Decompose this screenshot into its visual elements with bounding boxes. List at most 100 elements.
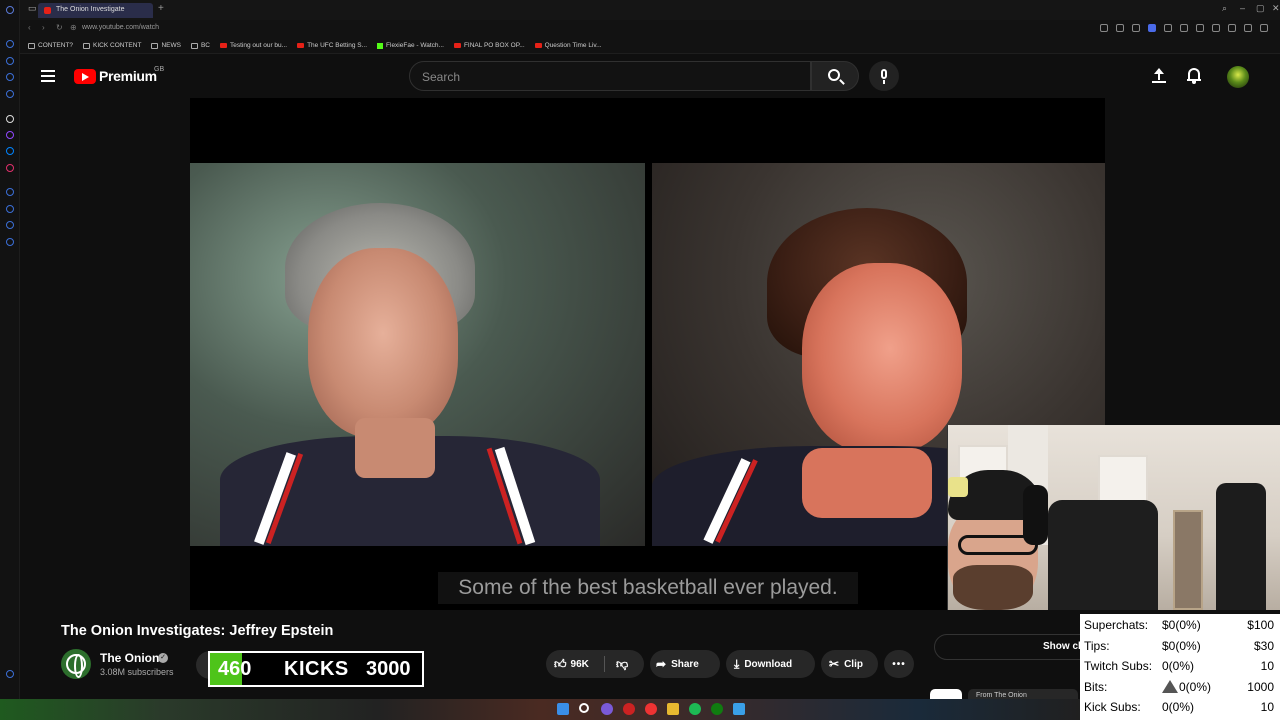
back-button[interactable]: ‹ [28, 23, 31, 32]
search-tabs-icon[interactable]: ⌕ [1222, 3, 1227, 14]
upload-icon[interactable] [1151, 68, 1167, 84]
sidebar-twitch-icon[interactable] [6, 131, 14, 139]
sidebar-bag-icon[interactable] [6, 57, 14, 65]
search-button[interactable] [811, 61, 859, 91]
kick-icon [377, 42, 384, 49]
chip-all[interactable] [930, 689, 962, 699]
show-chat-button[interactable]: Show chat [934, 634, 1094, 660]
vpn-shield-icon[interactable] [1148, 24, 1156, 32]
account-avatar[interactable] [1227, 66, 1249, 88]
bookmark-item[interactable]: FlexieFae - Watch... [377, 42, 444, 49]
bookmark-item[interactable]: KICK CONTENT [83, 42, 141, 49]
scissors-icon: ✂ [829, 657, 840, 671]
taskbar-opera-icon[interactable] [623, 703, 635, 715]
bookmark-item[interactable]: Testing out our bu... [219, 42, 288, 49]
sidebar-instagram-icon[interactable] [6, 164, 14, 172]
download-icon[interactable] [1228, 24, 1236, 32]
goal-label: Bits: [1084, 679, 1108, 694]
goal-row: Superchats: $0(0%) $100 [1084, 618, 1276, 636]
opera-logo-icon[interactable] [6, 6, 14, 14]
channel-avatar[interactable] [61, 649, 91, 679]
reload-button[interactable]: ↻ [56, 23, 63, 32]
sidebar-music-icon[interactable] [6, 90, 14, 98]
address-input[interactable]: www.youtube.com/watch [82, 24, 159, 31]
menu-icon[interactable] [1260, 24, 1268, 32]
thumbs-down-icon[interactable]: 👎︎ [616, 657, 628, 672]
taskbar-app-icon[interactable] [601, 703, 613, 715]
sidebar-history-icon[interactable] [6, 188, 14, 196]
sidebar-clock-icon[interactable] [6, 205, 14, 213]
goal-progress: 0(0%) [1162, 700, 1194, 714]
bookmarks-bar: CONTENT? KICK CONTENT NEWS BC Testing out ou… [20, 38, 1280, 54]
notifications-bell-icon[interactable] [1187, 68, 1201, 84]
goal-progress: 0(0%) [1162, 659, 1194, 673]
goal-label: Tips: [1084, 638, 1110, 653]
bookmark-item[interactable]: The UFC Betting S... [297, 42, 367, 49]
hanging-coat [1216, 483, 1266, 610]
screenshot-icon[interactable] [1132, 24, 1140, 32]
thumbs-up-icon[interactable]: 👍︎ [554, 657, 567, 672]
forward-button[interactable]: › [42, 23, 45, 32]
bookmark-item[interactable]: Question Time Liv... [534, 42, 602, 49]
tab-strip: ▭ The Onion Investigate + ⌕ – ▢ ✕ [20, 0, 1280, 20]
like-count[interactable]: 96K [571, 659, 589, 670]
profile-icon[interactable] [1244, 24, 1252, 32]
video-frame-left-portrait [190, 163, 645, 546]
menu-hamburger-icon[interactable] [41, 70, 55, 82]
bookmark-item[interactable]: CONTENT? [28, 42, 73, 49]
share-label: Share [671, 658, 699, 670]
start-menu-icon[interactable] [557, 703, 569, 715]
speaker-icon[interactable] [1196, 24, 1204, 32]
share-arrow-icon: ➦ [656, 657, 667, 671]
more-actions-button[interactable]: ••• [884, 650, 914, 678]
channel-name[interactable]: The Onion [100, 651, 159, 665]
share-button[interactable]: ➦ Share [650, 650, 720, 678]
pin-icon[interactable] [1116, 24, 1124, 32]
tab-menu-icon[interactable]: ▭ [28, 3, 37, 14]
sidebar-ai-icon[interactable] [6, 115, 14, 123]
secure-lock-icon: ⊕ [70, 23, 77, 32]
bookmark-label: Testing out our bu... [229, 42, 288, 49]
taskbar-folder-icon[interactable] [667, 703, 679, 715]
bookmark-item[interactable]: FINAL PO BOX OP... [453, 42, 525, 49]
youtube-icon [219, 43, 227, 48]
zoom-icon[interactable] [1100, 24, 1108, 32]
goal-target: $100 [1247, 618, 1274, 632]
sidebar-home-icon[interactable] [6, 40, 14, 48]
voice-search-button[interactable] [869, 61, 899, 91]
folder-icon [190, 42, 198, 49]
gaming-chair [1048, 500, 1158, 610]
taskbar-xbox-icon[interactable] [711, 703, 723, 715]
play-icon[interactable] [1164, 24, 1172, 32]
bookmark-item[interactable]: BC [190, 42, 210, 49]
bookmark-label: FINAL PO BOX OP... [463, 42, 525, 49]
kicks-goal-bar: 460 KICKS 3000 [208, 651, 424, 687]
bookmark-item[interactable]: NEWS [151, 42, 181, 49]
streamer-headset [1023, 485, 1048, 545]
goal-target: 10 [1260, 659, 1274, 673]
extensions-icon[interactable] [1212, 24, 1220, 32]
clip-button[interactable]: ✂ Clip [821, 650, 878, 678]
close-window-button[interactable]: ✕ [1272, 3, 1280, 14]
sidebar-bookmark-icon[interactable] [6, 221, 14, 229]
sidebar-chat-icon[interactable] [6, 73, 14, 81]
heart-icon[interactable] [1180, 24, 1188, 32]
tab-active[interactable]: The Onion Investigate [38, 3, 153, 18]
minimize-button[interactable]: – [1240, 3, 1245, 13]
taskbar-search-icon[interactable] [579, 703, 589, 713]
taskbar-spotify-icon[interactable] [689, 703, 701, 715]
sidebar-settings-icon[interactable] [6, 238, 14, 246]
download-button[interactable]: ⤓ Download [726, 650, 815, 678]
subscriber-count: 3.08M subscribers [100, 667, 174, 677]
sidebar-messenger-icon[interactable] [6, 147, 14, 155]
kicks-label: KICKS [284, 658, 349, 680]
youtube-premium-logo[interactable]: Premium [74, 68, 157, 84]
new-tab-button[interactable]: + [158, 3, 164, 14]
taskbar-misc-icon[interactable] [733, 703, 745, 715]
folder-icon [83, 42, 91, 49]
taskbar-browser-icon[interactable] [645, 703, 657, 715]
maximize-button[interactable]: ▢ [1256, 3, 1265, 14]
folder-icon [151, 42, 159, 49]
sidebar-more-icon[interactable] [6, 670, 14, 678]
search-input[interactable]: Search [409, 61, 811, 91]
